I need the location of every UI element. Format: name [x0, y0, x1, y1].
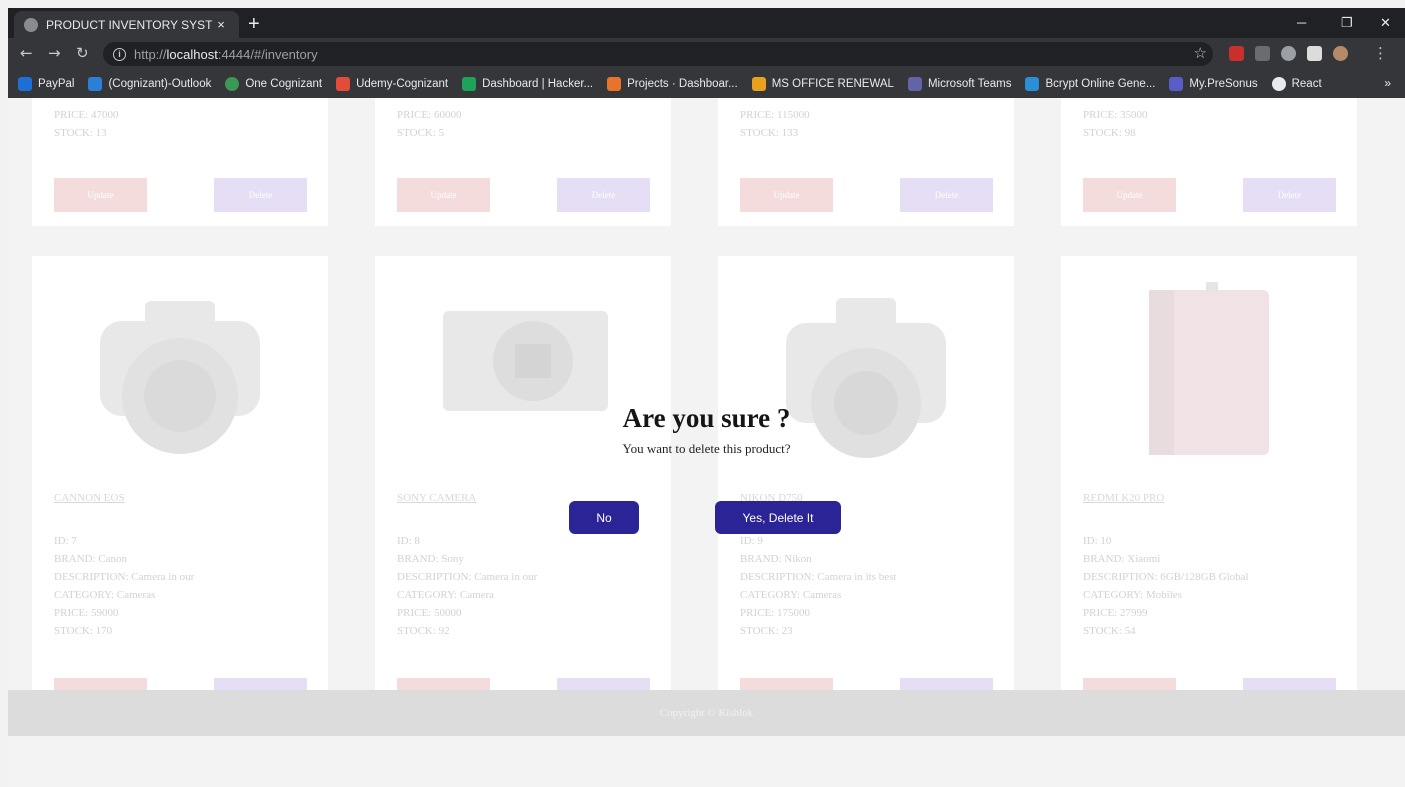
- bcrypt-icon: [1025, 77, 1040, 91]
- bookmark-gitlab[interactable]: Projects · Dashboar...: [607, 77, 738, 91]
- toolbar: ← → ↻ i http://localhost:4444/#/inventor…: [8, 38, 1405, 70]
- bookmark-label: Dashboard | Hacker...: [482, 78, 594, 90]
- bookmark-label: (Cognizant)-Outlook: [108, 78, 212, 90]
- cancel-button[interactable]: No: [569, 501, 639, 534]
- bookmark-teams[interactable]: Microsoft Teams: [907, 77, 1012, 91]
- bookmark-label: Bcrypt Online Gene...: [1045, 78, 1156, 90]
- bookmark-bcrypt[interactable]: Bcrypt Online Gene...: [1025, 77, 1155, 91]
- one-cognizant-icon: [225, 77, 240, 91]
- tab-title: PRODUCT INVENTORY SYSTEM: [46, 17, 213, 32]
- bookmark-paypal[interactable]: PayPal: [18, 77, 74, 91]
- office-icon: [751, 77, 766, 91]
- profile-avatar[interactable]: [1333, 46, 1348, 61]
- active-tab[interactable]: PRODUCT INVENTORY SYSTEM ×: [14, 11, 239, 38]
- bookmark-label: MS OFFICE RENEWAL: [771, 78, 894, 90]
- menu-icon[interactable]: ⋮: [1373, 44, 1388, 62]
- github-icon: [1271, 77, 1286, 91]
- bookmark-hackerrank[interactable]: Dashboard | Hacker...: [462, 77, 593, 91]
- new-tab-button[interactable]: +: [248, 14, 260, 34]
- back-icon[interactable]: ←: [20, 44, 33, 62]
- extension-icon[interactable]: [1255, 46, 1270, 61]
- bookmark-react[interactable]: React: [1271, 77, 1322, 91]
- presonus-icon: [1169, 77, 1184, 91]
- paypal-icon: [18, 77, 32, 91]
- address-bar[interactable]: i http://localhost:4444/#/inventory ☆: [103, 42, 1213, 66]
- udemy-icon: [336, 77, 351, 91]
- inventory-page: PRICE: 47000 STOCK: 13 Update Delete PRI…: [8, 98, 1405, 787]
- dialog-message: You want to delete this product?: [622, 441, 791, 456]
- url-host: localhost: [166, 46, 218, 62]
- gitlab-icon: [607, 77, 622, 91]
- bookmark-label: One Cognizant: [245, 78, 323, 90]
- puzzle-icon[interactable]: [1307, 46, 1322, 61]
- info-icon[interactable]: i: [113, 47, 126, 61]
- tab-strip: PRODUCT INVENTORY SYSTEM × + ─ ❐ ✕: [8, 8, 1405, 38]
- bookmark-udemy[interactable]: Udemy-Cognizant: [336, 77, 448, 91]
- confirm-delete-button[interactable]: Yes, Delete It: [715, 501, 841, 534]
- bookmark-one-cognizant[interactable]: One Cognizant: [225, 77, 322, 91]
- minimize-icon[interactable]: ─: [1297, 15, 1306, 30]
- outlook-icon: [88, 77, 103, 91]
- bookmark-label: Projects · Dashboar...: [627, 78, 738, 90]
- hackerrank-icon: [462, 77, 477, 91]
- url-text: http://localhost:4444/#/inventory: [134, 47, 318, 62]
- url-scheme: http://: [134, 46, 167, 62]
- bookmark-star-icon[interactable]: ☆: [1194, 44, 1207, 63]
- restore-icon[interactable]: ❐: [1341, 15, 1353, 31]
- window-close-icon[interactable]: ✕: [1380, 15, 1391, 31]
- bookmark-label: My.PreSonus: [1189, 78, 1258, 90]
- teams-icon: [907, 77, 922, 91]
- bookmark-presonus[interactable]: My.PreSonus: [1169, 77, 1258, 91]
- close-tab-icon[interactable]: ×: [213, 17, 229, 32]
- bookmark-label: PayPal: [38, 78, 75, 90]
- bookmark-outlook[interactable]: (Cognizant)-Outlook: [88, 77, 211, 91]
- more-bookmarks-icon[interactable]: »: [1384, 76, 1391, 90]
- bookmarks-bar: PayPal (Cognizant)-Outlook One Cognizant…: [8, 70, 1405, 98]
- url-path: :4444/#/inventory: [217, 46, 318, 62]
- forward-icon[interactable]: →: [48, 44, 61, 62]
- bookmark-label: React: [1291, 78, 1322, 90]
- dialog-title: Are you sure ?: [622, 403, 791, 433]
- bookmark-ms-office[interactable]: MS OFFICE RENEWAL: [751, 77, 894, 91]
- globe-icon: [24, 17, 38, 32]
- pdf-extension-icon[interactable]: [1229, 46, 1244, 61]
- bookmark-label: Microsoft Teams: [927, 78, 1012, 90]
- reload-icon[interactable]: ↻: [76, 44, 89, 62]
- record-extension-icon[interactable]: [1281, 46, 1296, 61]
- bookmark-label: Udemy-Cognizant: [356, 78, 449, 90]
